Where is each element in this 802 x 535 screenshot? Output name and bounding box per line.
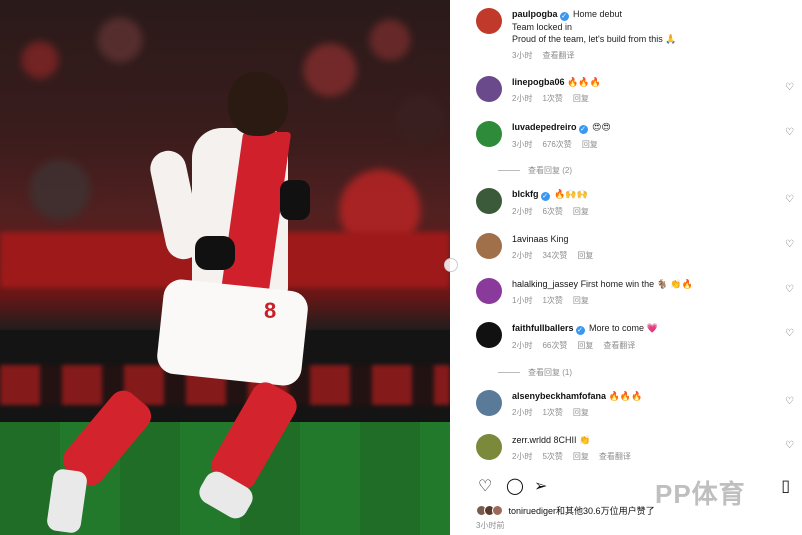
reply-link[interactable]: 回复: [573, 94, 589, 103]
commenter-avatar[interactable]: [476, 434, 502, 460]
comment-likes[interactable]: 34次赞: [542, 251, 567, 260]
action-bar: ♡ ◯ ➢ ▯: [476, 476, 794, 498]
comment-text: 🔥🔥🔥: [567, 77, 601, 87]
commenter-avatar[interactable]: [476, 121, 502, 147]
player-number: 8: [264, 298, 277, 323]
comment-icon[interactable]: ◯: [506, 476, 524, 496]
author-username[interactable]: paulpogba: [512, 9, 558, 19]
commenter-username[interactable]: 1avinaas: [512, 234, 548, 244]
comment-likes[interactable]: 1次赞: [542, 94, 562, 103]
heart-icon[interactable]: ♡: [785, 440, 794, 451]
commenter-avatar[interactable]: [476, 188, 502, 214]
comment-likes[interactable]: 66次赞: [542, 341, 567, 350]
comment-time: 1小时: [512, 296, 533, 305]
likes-text: toniruediger和其他30.6万位用户赞了: [508, 506, 655, 516]
reply-link[interactable]: 回复: [573, 207, 589, 216]
translate-link[interactable]: 查看翻译: [603, 341, 635, 350]
heart-icon[interactable]: ♡: [785, 194, 794, 205]
heart-icon[interactable]: ♡: [785, 127, 794, 138]
reply-link[interactable]: 回复: [577, 251, 593, 260]
commenter-avatar[interactable]: [476, 390, 502, 416]
post-photo: 8: [0, 0, 450, 535]
translate-link[interactable]: 查看翻译: [542, 51, 574, 60]
commenter-username[interactable]: linepogba06: [512, 77, 565, 87]
caption-line-1: Home debut: [573, 9, 623, 19]
comment-likes[interactable]: 6次赞: [542, 207, 562, 216]
caption-line-2: Team locked in: [512, 22, 573, 32]
comment-likes[interactable]: 5次赞: [542, 452, 562, 461]
reply-link[interactable]: 回复: [573, 408, 589, 417]
player-shorts: [155, 277, 310, 388]
player-head: [228, 72, 288, 136]
comment-time: 2小时: [512, 207, 533, 216]
heart-icon[interactable]: ♡: [478, 476, 492, 496]
caption-line-3: Proud of the team, let's build from this…: [512, 34, 677, 44]
comment-text: 8CHII 👏: [553, 435, 591, 445]
comment-time: 2小时: [512, 452, 533, 461]
view-replies-link[interactable]: 查看回复 (2): [498, 165, 572, 176]
commenter-avatar[interactable]: [476, 278, 502, 304]
bookmark-icon[interactable]: ▯: [781, 476, 790, 496]
comment-time: 2小时: [512, 251, 533, 260]
comment-text: More to come 💗: [589, 323, 658, 333]
comment-time: 2小时: [512, 408, 533, 417]
carousel-nav-dot[interactable]: [444, 258, 458, 272]
comment-text: 🔥🔥🔥: [608, 391, 643, 401]
heart-icon[interactable]: ♡: [785, 82, 794, 93]
commenter-avatar[interactable]: [476, 76, 502, 102]
author-avatar[interactable]: [476, 8, 502, 34]
player-glove-left: [195, 236, 235, 270]
player-glove-right: [280, 180, 310, 220]
verified-icon: ✓: [578, 125, 588, 134]
commenter-avatar[interactable]: [476, 322, 502, 348]
heart-icon[interactable]: ♡: [785, 239, 794, 250]
comment-text: King: [550, 234, 569, 244]
view-replies-link[interactable]: 查看回复 (1): [498, 367, 572, 378]
commenter-username[interactable]: halalking_jassey: [512, 279, 578, 289]
comment-time: 3小时: [512, 140, 533, 149]
post-time: 3小时前: [476, 521, 505, 530]
likes-summary[interactable]: toniruediger和其他30.6万位用户赞了: [476, 504, 655, 517]
commenter-username[interactable]: blckfg: [512, 189, 539, 199]
watermark-logo: PP体育: [655, 479, 746, 509]
comment-time: 2小时: [512, 341, 533, 350]
caption-time: 3小时: [512, 51, 533, 60]
comment-text: First home win the 🐐 👏🔥: [580, 279, 693, 289]
commenter-username[interactable]: zerr.wrldd: [512, 435, 551, 445]
verified-icon: ✓: [540, 192, 550, 201]
heart-icon[interactable]: ♡: [785, 328, 794, 339]
heart-icon[interactable]: ♡: [785, 396, 794, 407]
liker-avatar: [492, 505, 503, 516]
reply-link[interactable]: 回复: [582, 140, 598, 149]
comment-likes[interactable]: 1次赞: [542, 408, 562, 417]
verified-icon: ✓: [559, 12, 569, 21]
reply-link[interactable]: 回复: [573, 296, 589, 305]
commenter-username[interactable]: faithfullballers: [512, 323, 574, 333]
comment-text: 😍😍: [592, 122, 611, 132]
commenter-username[interactable]: luvadepedreiro: [512, 122, 577, 132]
reply-link[interactable]: 回复: [577, 341, 593, 350]
comment-text: 🔥🙌🙌: [554, 189, 588, 199]
translate-link[interactable]: 查看翻译: [599, 452, 631, 461]
reply-link[interactable]: 回复: [573, 452, 589, 461]
comment-likes[interactable]: 1次赞: [542, 296, 562, 305]
heart-icon[interactable]: ♡: [785, 284, 794, 295]
comment-likes[interactable]: 676次赞: [542, 140, 571, 149]
commenter-username[interactable]: alsenybeckhamfofana: [512, 391, 606, 401]
comment-time: 2小时: [512, 94, 533, 103]
share-icon[interactable]: ➢: [534, 476, 547, 496]
comments-panel: paulpogba ✓ Home debut Team locked in Pro…: [462, 0, 802, 535]
commenter-avatar[interactable]: [476, 233, 502, 259]
verified-icon: ✓: [575, 326, 585, 335]
